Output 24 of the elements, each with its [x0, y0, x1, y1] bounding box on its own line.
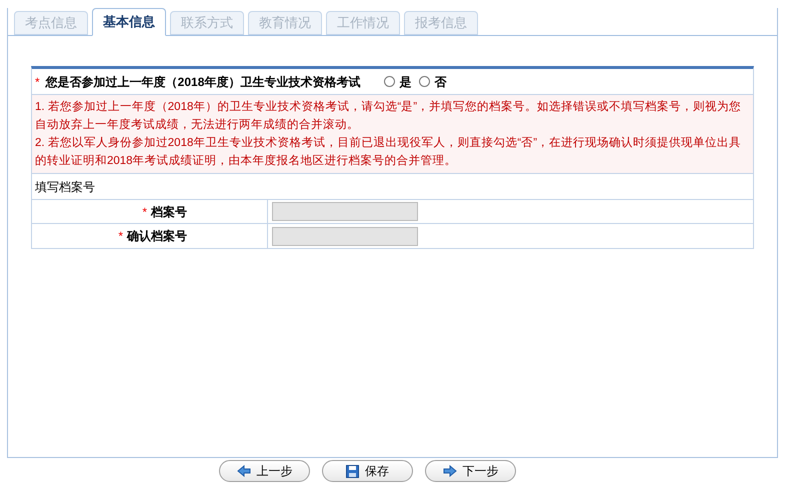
notice-text: 2. 若您以军人身份参加过2018年卫生专业技术资格考试，目前已退出现役军人，则直接勾选“否”，在进行现场确认时须提供现单位出具的转业证明和2018年考试成绩证明，由本年度报名地区进行档案号的合并管理。 — [35, 136, 742, 169]
notice-text: 1. 若您参加过上一年度（2018年）的卫生专业技术资格考试，请勾选“是”，并填写您的档案号。如选择错误或不填写档案号，则视为您自动放弃上一年度考试成绩，无法进行两年成绩的合并滚动。 — [35, 99, 742, 133]
question-label: 您是否参加过上一年度（2018年度）卫生专业技术资格考试 — [46, 74, 360, 90]
step-button[interactable]: 保存 — [322, 460, 413, 482]
required-mark: * — [35, 74, 40, 90]
required-mark: * — [118, 228, 123, 245]
right-arrow-icon — [442, 465, 456, 477]
tab[interactable]: 工作情况 — [326, 11, 400, 35]
section-title: 填写档案号 — [35, 178, 95, 196]
tab[interactable]: 考点信息 — [14, 11, 88, 35]
step-button[interactable]: 上一步 — [219, 460, 310, 482]
field-label: 确认档案号 — [127, 228, 187, 245]
required-mark: * — [142, 204, 147, 220]
radio-label: 是 — [399, 74, 412, 90]
step-button[interactable]: 下一步 — [425, 460, 516, 482]
tab[interactable]: 教育情况 — [248, 11, 322, 35]
tab[interactable]: 报考信息 — [404, 11, 478, 35]
radio-label: 否 — [434, 74, 446, 90]
tab[interactable]: 基本信息 — [92, 8, 166, 36]
radio-button[interactable] — [384, 76, 396, 87]
tab[interactable]: 联系方式 — [170, 11, 244, 35]
field-label: 档案号 — [151, 204, 187, 220]
radio-button[interactable] — [419, 76, 430, 87]
left-arrow-icon — [236, 465, 250, 477]
